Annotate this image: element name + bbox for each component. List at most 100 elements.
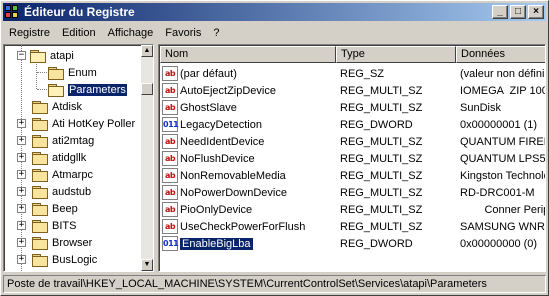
tree-item-beep[interactable]: + Beep [14, 200, 78, 217]
cell-type: REG_MULTI_SZ [340, 84, 423, 97]
scroll-up-arrow-icon[interactable]: ▲ [141, 45, 153, 57]
tree-item-enum[interactable]: Enum [48, 64, 97, 81]
tree-item-label: Ati HotKey Poller [52, 117, 136, 130]
cell-type: REG_MULTI_SZ [340, 186, 423, 199]
tree-item-atapi[interactable]: − atapi [14, 47, 74, 64]
tree-item-label: Beep [52, 202, 78, 215]
close-button[interactable]: × [528, 5, 544, 19]
column-header-name[interactable]: Nom [160, 46, 336, 63]
tree-item-label: Browser [52, 236, 93, 249]
tree-item-bits[interactable]: + BITS [14, 217, 76, 234]
cell-data: SAMSUNG WNR-3 [460, 220, 546, 233]
value-name: UseCheckPowerForFlush [180, 220, 306, 233]
tree-item-label: Parameters [68, 83, 127, 96]
column-header-type[interactable]: Type [336, 46, 456, 63]
cell-type: REG_MULTI_SZ [340, 101, 423, 114]
tree-scroll-thumb[interactable] [141, 83, 153, 95]
menu-help[interactable]: ? [207, 27, 225, 39]
minimize-button[interactable]: _ [492, 5, 508, 19]
cell-type: REG_MULTI_SZ [340, 169, 423, 182]
expand-icon[interactable]: + [17, 238, 26, 247]
values-list-pane[interactable]: Nom Type Données ab (par défaut) REG_SZ (va… [158, 44, 546, 272]
list-row[interactable]: 011 LegacyDetection REG_DWORD 0x00000001 (1… [160, 116, 545, 133]
folder-icon [32, 151, 48, 165]
value-name: NoFlushDevice [180, 152, 255, 165]
list-row[interactable]: ab AutoEjectZipDevice REG_MULTI_SZ IOMEGA Z… [160, 82, 546, 99]
list-row[interactable]: ab (par défaut) REG_SZ (valeur non défini [160, 65, 545, 82]
cell-data: Kingston Technolo [460, 169, 546, 182]
menu-favoris[interactable]: Favoris [159, 27, 207, 39]
menu-registre[interactable]: Registre [3, 27, 56, 39]
cell-name: ab NoPowerDownDevice [160, 185, 336, 200]
expand-icon[interactable]: + [17, 187, 26, 196]
folder-icon [32, 202, 48, 216]
scroll-down-arrow-icon[interactable]: ▼ [141, 259, 153, 271]
list-row[interactable]: ab NeedIdentDevice REG_MULTI_SZ QUANTUM FIR… [160, 133, 545, 150]
title-bar[interactable]: Éditeur du Registre _ □ × [3, 3, 546, 21]
tree-item-label: Atmarpc [52, 168, 93, 181]
list-row[interactable]: ab UseCheckPowerForFlush REG_MULTI_SZ SAMSU… [160, 218, 546, 235]
tree-item-atidgllk[interactable]: + atidgllk [14, 149, 86, 166]
string-value-icon: ab [162, 66, 178, 81]
value-name: NonRemovableMedia [180, 169, 286, 182]
tree-item-audstub[interactable]: + audstub [14, 183, 91, 200]
expand-icon[interactable]: + [17, 136, 26, 145]
tree-item-atmarpc[interactable]: + Atmarpc [14, 166, 93, 183]
list-row[interactable]: ab NoFlushDevice REG_MULTI_SZ QUANTUM LPS52 [160, 150, 545, 167]
cell-name: ab UseCheckPowerForFlush [160, 219, 336, 234]
string-value-icon: ab [162, 100, 178, 115]
tree-item-label: audstub [52, 185, 92, 198]
list-row[interactable]: ab NonRemovableMedia REG_MULTI_SZ Kingston … [160, 167, 546, 184]
list-row[interactable]: ab GhostSlave REG_MULTI_SZ SunDisk [160, 99, 545, 116]
list-row[interactable]: ab NoPowerDownDevice REG_MULTI_SZ RD-DRC001… [160, 184, 545, 201]
expand-icon[interactable]: + [17, 255, 26, 264]
folder-icon [32, 185, 48, 199]
tree-item-label: atapi [50, 49, 74, 62]
cell-data: IOMEGA ZIP 100 [460, 84, 546, 97]
cell-type: REG_MULTI_SZ [340, 152, 423, 165]
tree-item-label: BusLogic [52, 253, 98, 266]
status-bar: Poste de travail\HKEY_LOCAL_MACHINE\SYST… [3, 275, 546, 293]
tree-item-label: atidgllk [52, 151, 87, 164]
value-name: NoPowerDownDevice [180, 186, 287, 199]
list-row[interactable]: 011 EnableBigLba REG_DWORD 0x00000000 (0) [160, 235, 545, 252]
menu-bar: Registre Edition Affichage Favoris ? [3, 23, 546, 42]
cell-data: Conner Periphe [484, 203, 545, 216]
value-name: EnableBigLba [179, 236, 254, 251]
folder-icon [32, 100, 48, 114]
cell-type: REG_DWORD [340, 237, 413, 250]
maximize-button[interactable]: □ [510, 5, 526, 19]
cell-data: QUANTUM FIREBA [460, 135, 545, 148]
registry-tree-pane[interactable]: − atapi Enum Parameters Atdisk + Ati Hot… [3, 44, 154, 272]
string-value-icon: ab [162, 185, 178, 200]
tree-item-buslogic[interactable]: + BusLogic [14, 251, 97, 268]
menu-affichage[interactable]: Affichage [102, 27, 160, 39]
tree-item-ati2mtag[interactable]: + ati2mtag [14, 132, 94, 149]
cell-name: 011 LegacyDetection [160, 117, 336, 132]
expand-icon[interactable]: + [17, 170, 26, 179]
cell-data: RD-DRC001-M [460, 186, 535, 199]
string-value-icon: ab [162, 151, 178, 166]
tree-item-parameters[interactable]: Parameters [48, 81, 127, 98]
cell-type: REG_MULTI_SZ [340, 220, 423, 233]
cell-data: (valeur non défini [460, 67, 545, 80]
expand-icon[interactable]: + [17, 119, 26, 128]
expand-icon[interactable]: + [17, 153, 26, 162]
binary-value-icon: 011 [162, 236, 179, 251]
expand-icon[interactable]: + [17, 221, 26, 230]
tree-item-browser[interactable]: + Browser [14, 234, 92, 251]
tree-item-ati-hotkey-poller[interactable]: + Ati HotKey Poller [14, 115, 135, 132]
tree-item-atdisk[interactable]: Atdisk [32, 98, 82, 115]
cell-type: REG_MULTI_SZ [340, 135, 423, 148]
value-name: LegacyDetection [180, 118, 262, 131]
folder-icon [32, 134, 48, 148]
menu-edition[interactable]: Edition [56, 27, 102, 39]
expand-icon[interactable]: + [17, 204, 26, 213]
cell-type: REG_DWORD [340, 118, 413, 131]
collapse-icon[interactable]: − [17, 51, 26, 60]
column-header-data[interactable]: Données [456, 46, 545, 63]
list-row[interactable]: abPioOnlyDevice REG_MULTI_SZ Conner Perip… [160, 201, 545, 218]
binary-value-icon: 011 [162, 117, 179, 132]
tree-vertical-scrollbar[interactable]: ▲ ▼ [141, 45, 153, 271]
value-name: AutoEjectZipDevice [180, 84, 276, 97]
